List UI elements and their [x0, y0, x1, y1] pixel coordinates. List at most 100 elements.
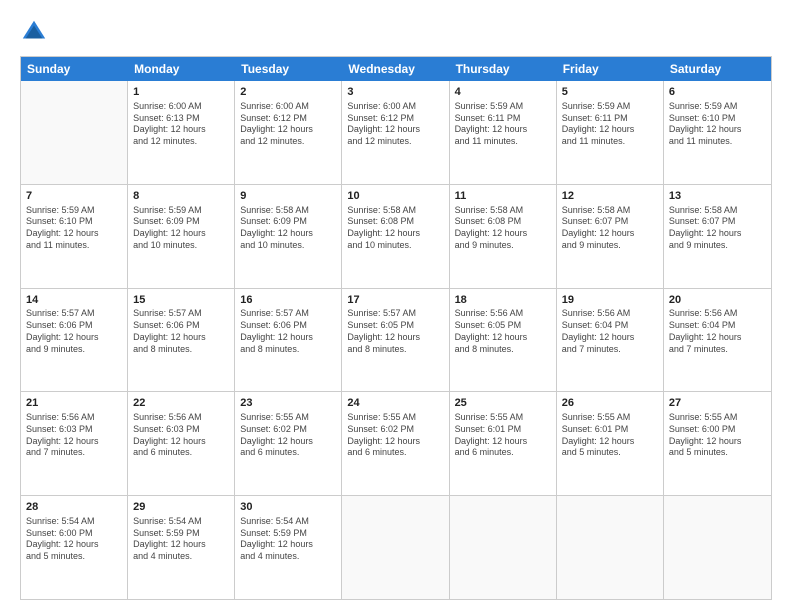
calendar: SundayMondayTuesdayWednesdayThursdayFrid…: [20, 56, 772, 600]
day-info: Sunrise: 5:59 AM Sunset: 6:10 PM Dayligh…: [669, 101, 766, 148]
day-number: 6: [669, 85, 766, 100]
day-number: 13: [669, 189, 766, 204]
day-number: 3: [347, 85, 443, 100]
day-number: 8: [133, 189, 229, 204]
day-number: 1: [133, 85, 229, 100]
day-number: 26: [562, 396, 658, 411]
day-cell-4: 4Sunrise: 5:59 AM Sunset: 6:11 PM Daylig…: [450, 81, 557, 184]
day-cell-20: 20Sunrise: 5:56 AM Sunset: 6:04 PM Dayli…: [664, 289, 771, 392]
day-cell-26: 26Sunrise: 5:55 AM Sunset: 6:01 PM Dayli…: [557, 392, 664, 495]
page: SundayMondayTuesdayWednesdayThursdayFrid…: [0, 0, 792, 612]
day-number: 27: [669, 396, 766, 411]
week-row-2: 7Sunrise: 5:59 AM Sunset: 6:10 PM Daylig…: [21, 185, 771, 289]
day-number: 29: [133, 500, 229, 515]
week-row-1: 1Sunrise: 6:00 AM Sunset: 6:13 PM Daylig…: [21, 81, 771, 185]
week-row-4: 21Sunrise: 5:56 AM Sunset: 6:03 PM Dayli…: [21, 392, 771, 496]
empty-cell: [21, 81, 128, 184]
day-info: Sunrise: 5:59 AM Sunset: 6:11 PM Dayligh…: [455, 101, 551, 148]
day-cell-10: 10Sunrise: 5:58 AM Sunset: 6:08 PM Dayli…: [342, 185, 449, 288]
day-cell-8: 8Sunrise: 5:59 AM Sunset: 6:09 PM Daylig…: [128, 185, 235, 288]
day-number: 16: [240, 293, 336, 308]
day-cell-28: 28Sunrise: 5:54 AM Sunset: 6:00 PM Dayli…: [21, 496, 128, 599]
day-number: 19: [562, 293, 658, 308]
day-info: Sunrise: 5:57 AM Sunset: 6:06 PM Dayligh…: [133, 308, 229, 355]
day-info: Sunrise: 6:00 AM Sunset: 6:12 PM Dayligh…: [240, 101, 336, 148]
header-day-sunday: Sunday: [21, 57, 128, 81]
calendar-body: 1Sunrise: 6:00 AM Sunset: 6:13 PM Daylig…: [21, 81, 771, 599]
day-number: 10: [347, 189, 443, 204]
day-cell-9: 9Sunrise: 5:58 AM Sunset: 6:09 PM Daylig…: [235, 185, 342, 288]
day-number: 21: [26, 396, 122, 411]
day-number: 24: [347, 396, 443, 411]
day-cell-19: 19Sunrise: 5:56 AM Sunset: 6:04 PM Dayli…: [557, 289, 664, 392]
day-number: 2: [240, 85, 336, 100]
day-number: 30: [240, 500, 336, 515]
day-info: Sunrise: 5:56 AM Sunset: 6:05 PM Dayligh…: [455, 308, 551, 355]
header-day-monday: Monday: [128, 57, 235, 81]
day-info: Sunrise: 5:54 AM Sunset: 5:59 PM Dayligh…: [240, 516, 336, 563]
day-cell-15: 15Sunrise: 5:57 AM Sunset: 6:06 PM Dayli…: [128, 289, 235, 392]
week-row-5: 28Sunrise: 5:54 AM Sunset: 6:00 PM Dayli…: [21, 496, 771, 599]
day-info: Sunrise: 5:57 AM Sunset: 6:06 PM Dayligh…: [26, 308, 122, 355]
day-info: Sunrise: 5:58 AM Sunset: 6:07 PM Dayligh…: [669, 205, 766, 252]
day-number: 5: [562, 85, 658, 100]
day-info: Sunrise: 6:00 AM Sunset: 6:12 PM Dayligh…: [347, 101, 443, 148]
header-day-friday: Friday: [557, 57, 664, 81]
day-cell-25: 25Sunrise: 5:55 AM Sunset: 6:01 PM Dayli…: [450, 392, 557, 495]
header-day-thursday: Thursday: [450, 57, 557, 81]
day-number: 18: [455, 293, 551, 308]
day-cell-30: 30Sunrise: 5:54 AM Sunset: 5:59 PM Dayli…: [235, 496, 342, 599]
day-cell-13: 13Sunrise: 5:58 AM Sunset: 6:07 PM Dayli…: [664, 185, 771, 288]
day-cell-17: 17Sunrise: 5:57 AM Sunset: 6:05 PM Dayli…: [342, 289, 449, 392]
day-cell-5: 5Sunrise: 5:59 AM Sunset: 6:11 PM Daylig…: [557, 81, 664, 184]
day-cell-7: 7Sunrise: 5:59 AM Sunset: 6:10 PM Daylig…: [21, 185, 128, 288]
day-info: Sunrise: 5:59 AM Sunset: 6:10 PM Dayligh…: [26, 205, 122, 252]
day-info: Sunrise: 5:58 AM Sunset: 6:08 PM Dayligh…: [455, 205, 551, 252]
day-cell-29: 29Sunrise: 5:54 AM Sunset: 5:59 PM Dayli…: [128, 496, 235, 599]
day-cell-21: 21Sunrise: 5:56 AM Sunset: 6:03 PM Dayli…: [21, 392, 128, 495]
day-cell-18: 18Sunrise: 5:56 AM Sunset: 6:05 PM Dayli…: [450, 289, 557, 392]
week-row-3: 14Sunrise: 5:57 AM Sunset: 6:06 PM Dayli…: [21, 289, 771, 393]
day-number: 23: [240, 396, 336, 411]
day-cell-24: 24Sunrise: 5:55 AM Sunset: 6:02 PM Dayli…: [342, 392, 449, 495]
day-info: Sunrise: 5:55 AM Sunset: 6:01 PM Dayligh…: [455, 412, 551, 459]
day-info: Sunrise: 5:54 AM Sunset: 5:59 PM Dayligh…: [133, 516, 229, 563]
day-cell-16: 16Sunrise: 5:57 AM Sunset: 6:06 PM Dayli…: [235, 289, 342, 392]
logo: [20, 18, 52, 46]
day-cell-27: 27Sunrise: 5:55 AM Sunset: 6:00 PM Dayli…: [664, 392, 771, 495]
empty-cell: [450, 496, 557, 599]
day-cell-11: 11Sunrise: 5:58 AM Sunset: 6:08 PM Dayli…: [450, 185, 557, 288]
day-cell-22: 22Sunrise: 5:56 AM Sunset: 6:03 PM Dayli…: [128, 392, 235, 495]
day-info: Sunrise: 5:56 AM Sunset: 6:03 PM Dayligh…: [133, 412, 229, 459]
day-info: Sunrise: 5:55 AM Sunset: 6:00 PM Dayligh…: [669, 412, 766, 459]
empty-cell: [342, 496, 449, 599]
day-number: 7: [26, 189, 122, 204]
day-info: Sunrise: 5:59 AM Sunset: 6:11 PM Dayligh…: [562, 101, 658, 148]
empty-cell: [664, 496, 771, 599]
day-number: 14: [26, 293, 122, 308]
day-number: 28: [26, 500, 122, 515]
header: [20, 18, 772, 46]
day-number: 22: [133, 396, 229, 411]
day-info: Sunrise: 5:57 AM Sunset: 6:05 PM Dayligh…: [347, 308, 443, 355]
day-number: 9: [240, 189, 336, 204]
day-cell-1: 1Sunrise: 6:00 AM Sunset: 6:13 PM Daylig…: [128, 81, 235, 184]
day-info: Sunrise: 5:56 AM Sunset: 6:04 PM Dayligh…: [562, 308, 658, 355]
day-info: Sunrise: 5:57 AM Sunset: 6:06 PM Dayligh…: [240, 308, 336, 355]
empty-cell: [557, 496, 664, 599]
day-number: 20: [669, 293, 766, 308]
header-day-saturday: Saturday: [664, 57, 771, 81]
day-cell-2: 2Sunrise: 6:00 AM Sunset: 6:12 PM Daylig…: [235, 81, 342, 184]
day-cell-6: 6Sunrise: 5:59 AM Sunset: 6:10 PM Daylig…: [664, 81, 771, 184]
day-info: Sunrise: 5:54 AM Sunset: 6:00 PM Dayligh…: [26, 516, 122, 563]
calendar-header: SundayMondayTuesdayWednesdayThursdayFrid…: [21, 57, 771, 81]
header-day-wednesday: Wednesday: [342, 57, 449, 81]
day-cell-12: 12Sunrise: 5:58 AM Sunset: 6:07 PM Dayli…: [557, 185, 664, 288]
day-info: Sunrise: 5:55 AM Sunset: 6:02 PM Dayligh…: [347, 412, 443, 459]
day-info: Sunrise: 5:59 AM Sunset: 6:09 PM Dayligh…: [133, 205, 229, 252]
day-number: 11: [455, 189, 551, 204]
day-info: Sunrise: 5:56 AM Sunset: 6:03 PM Dayligh…: [26, 412, 122, 459]
day-number: 4: [455, 85, 551, 100]
day-info: Sunrise: 5:55 AM Sunset: 6:02 PM Dayligh…: [240, 412, 336, 459]
day-number: 17: [347, 293, 443, 308]
